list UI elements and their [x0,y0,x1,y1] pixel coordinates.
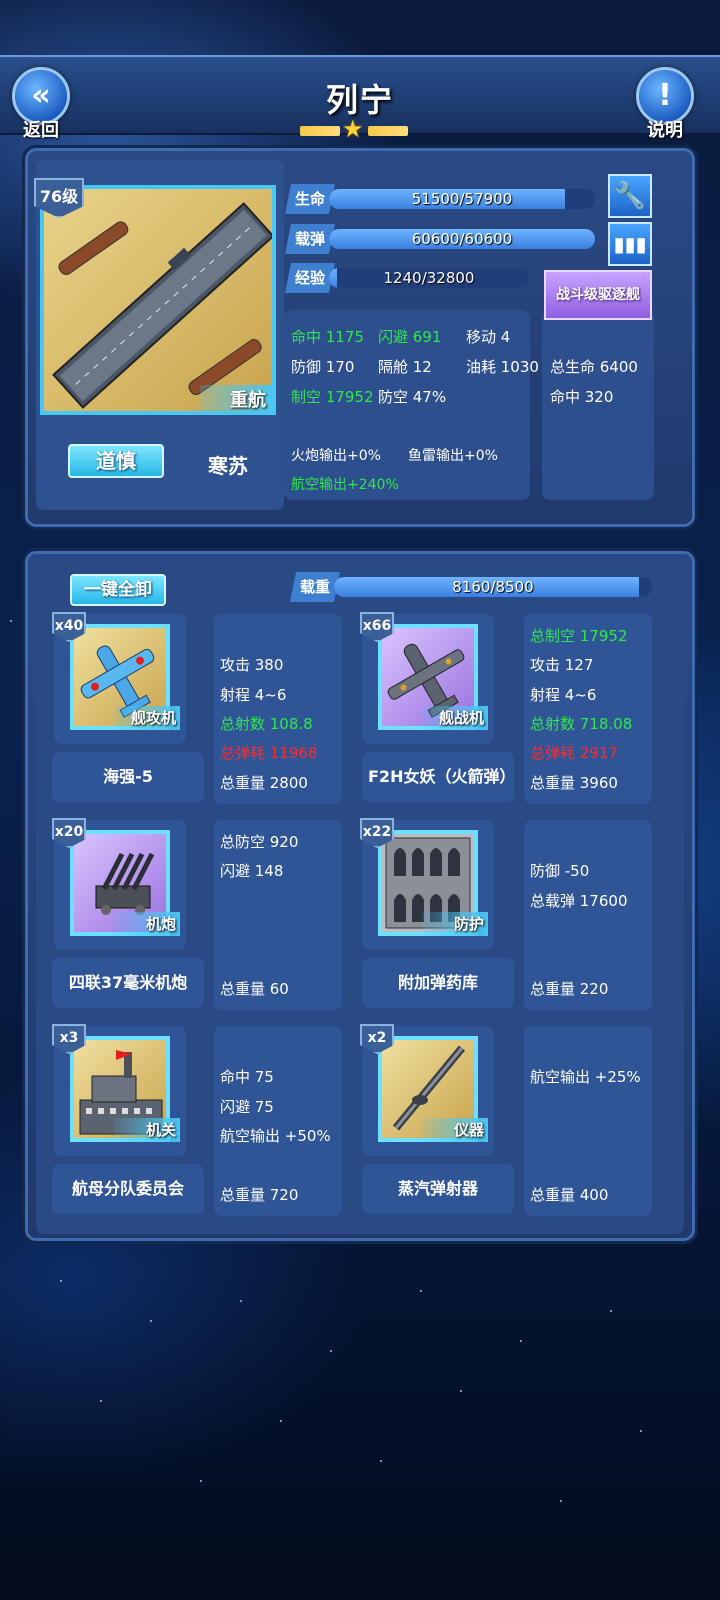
load-label: 载重 [290,572,340,602]
slot-stat: 航空输出 +25% [530,1068,641,1086]
stat-accuracy: 命中 1175 [291,328,364,346]
repair-button[interactable]: 🔧 [608,174,652,218]
ammo-bar: 60600/60600 [329,229,595,249]
slot-category: 机关 [114,1118,180,1142]
slot-stat: 防御 -50 [530,862,590,880]
help-button[interactable]: ! 说明 [636,67,694,141]
slot-category: 防护 [422,912,488,936]
slot-name: 四联37毫米机炮 [52,958,204,1008]
stat-gun-output: 火炮输出+0% [291,448,381,464]
slot-stat: 射程 4~6 [530,686,597,704]
equipment-slot-1[interactable]: x40 舰攻机 [52,612,186,744]
slot-stat: 总制空 17952 [530,627,628,645]
slot-stat: 命中 75 [220,1068,274,1086]
hp-row: 生命 51500/57900 [285,184,595,214]
slot-category: 仪器 [422,1118,488,1142]
ammo-label: 载弹 [285,224,335,254]
slot-stat: 总重量 60 [220,980,289,998]
hp-value: 51500/57900 [411,190,513,208]
slot-stat: 总射数 108.8 [220,715,313,733]
stat-air-output: 航空输出+240% [291,477,399,493]
slot-stat: 总弹耗 2917 [530,744,618,762]
stat-aa: 防空 47% [378,388,447,406]
exp-bar: 1240/32800 [329,268,529,288]
load-value: 8160/8500 [452,578,534,596]
fleet-button[interactable]: 道慎 [68,444,164,478]
stat-fuel: 油耗 1030 [466,358,539,376]
hp-bar: 51500/57900 [329,189,595,209]
slot-stat: 总重量 400 [530,1186,609,1204]
slot-category: 舰战机 [422,706,488,730]
equipment-slot-3[interactable]: x20 机炮 [52,818,186,950]
class-bonus-accuracy: 命中 320 [550,388,614,406]
slot-stats: 防御 -50 总载弹 17600 总重量 220 [524,820,652,1010]
slot-stat: 总弹耗 11968 [220,744,318,762]
ammo-icon: ▮▮▮ [613,232,647,256]
captain-name: 寒苏 [208,454,248,478]
equipment-slot-6[interactable]: x2 仪器 [360,1024,494,1156]
help-label: 说明 [647,120,683,141]
name-box: 道慎 寒苏 [42,428,274,498]
slot-stat: 总重量 2800 [220,774,308,792]
class-bonus-button[interactable]: 战斗级驱逐舰 [544,270,652,320]
exp-label: 经验 [285,263,335,293]
slot-stats: 攻击 380 射程 4~6 总射数 108.8 总弹耗 11968 总重量 28… [214,614,342,804]
resupply-button[interactable]: ▮▮▮ [608,222,652,266]
slot-category: 机炮 [114,912,180,936]
slot-stat: 总载弹 17600 [530,892,628,910]
slot-name: F2H女妖（火箭弹） [362,752,515,802]
stat-evasion: 闪避 691 [378,328,442,346]
slot-stat: 闪避 75 [220,1098,274,1116]
load-bar: 8160/8500 [334,577,652,597]
exclamation-icon: ! [658,78,672,113]
stat-defense: 防御 170 [291,358,355,376]
star-icon: ★ [342,115,364,143]
top-bar: « 返回 列宁 ★ ! 说明 [0,55,720,143]
slot-stat: 总射数 718.08 [530,715,633,733]
exp-row: 经验 1240/32800 [285,263,535,293]
ship-type-tag: 重航 [200,385,272,411]
slot-name: 航母分队委员会 [52,1164,204,1214]
exp-value: 1240/32800 [383,269,475,287]
slot-stat: 航空输出 +50% [220,1127,331,1145]
slot-stat: 总重量 720 [220,1186,299,1204]
slot-name: 附加弹药库 [362,958,514,1008]
ammo-row: 载弹 60600/60600 [285,224,595,254]
slot-stat: 攻击 127 [530,656,594,674]
slot-stat: 射程 4~6 [220,686,287,704]
load-row: 载重 8160/8500 [290,572,654,602]
slot-name: 蒸汽弹射器 [362,1164,514,1214]
carrier-image [52,202,272,409]
slot-stat: 闪避 148 [220,862,284,880]
slot-stats: 命中 75 闪避 75 航空输出 +50% 总重量 720 [214,1026,342,1216]
class-bonus-hp: 总生命 6400 [550,358,638,376]
slot-stat: 总重量 3960 [530,774,618,792]
slot-stat: 总防空 920 [220,833,299,851]
stat-torpedo-output: 鱼雷输出+0% [408,448,498,464]
star-rank: ★ [300,115,408,143]
equipment-slot-2[interactable]: x66 舰战机 [360,612,494,744]
unequip-all-button[interactable]: 一键全卸 [70,574,166,606]
slot-category: 舰攻机 [114,706,180,730]
hp-label: 生命 [285,184,335,214]
slot-stats: 航空输出 +25% 总重量 400 [524,1026,652,1216]
stat-compartment: 隔舱 12 [378,358,432,376]
slot-stat: 攻击 380 [220,656,284,674]
slot-name: 海强-5 [52,752,204,802]
ship-portrait[interactable]: 重航 [40,185,276,415]
equipment-slot-5[interactable]: x3 机关 [52,1024,186,1156]
ammo-value: 60600/60600 [411,230,513,248]
stat-air-control: 制空 17952 [291,388,374,406]
wrench-icon: 🔧 [613,181,647,211]
slot-stats: 总制空 17952 攻击 127 射程 4~6 总射数 718.08 总弹耗 2… [524,614,652,804]
equipment-slot-4[interactable]: x22 防护 [360,818,494,950]
stat-move: 移动 4 [466,328,511,346]
slot-stats: 总防空 920 闪避 148 总重量 60 [214,820,342,1010]
slot-stat: 总重量 220 [530,980,609,998]
